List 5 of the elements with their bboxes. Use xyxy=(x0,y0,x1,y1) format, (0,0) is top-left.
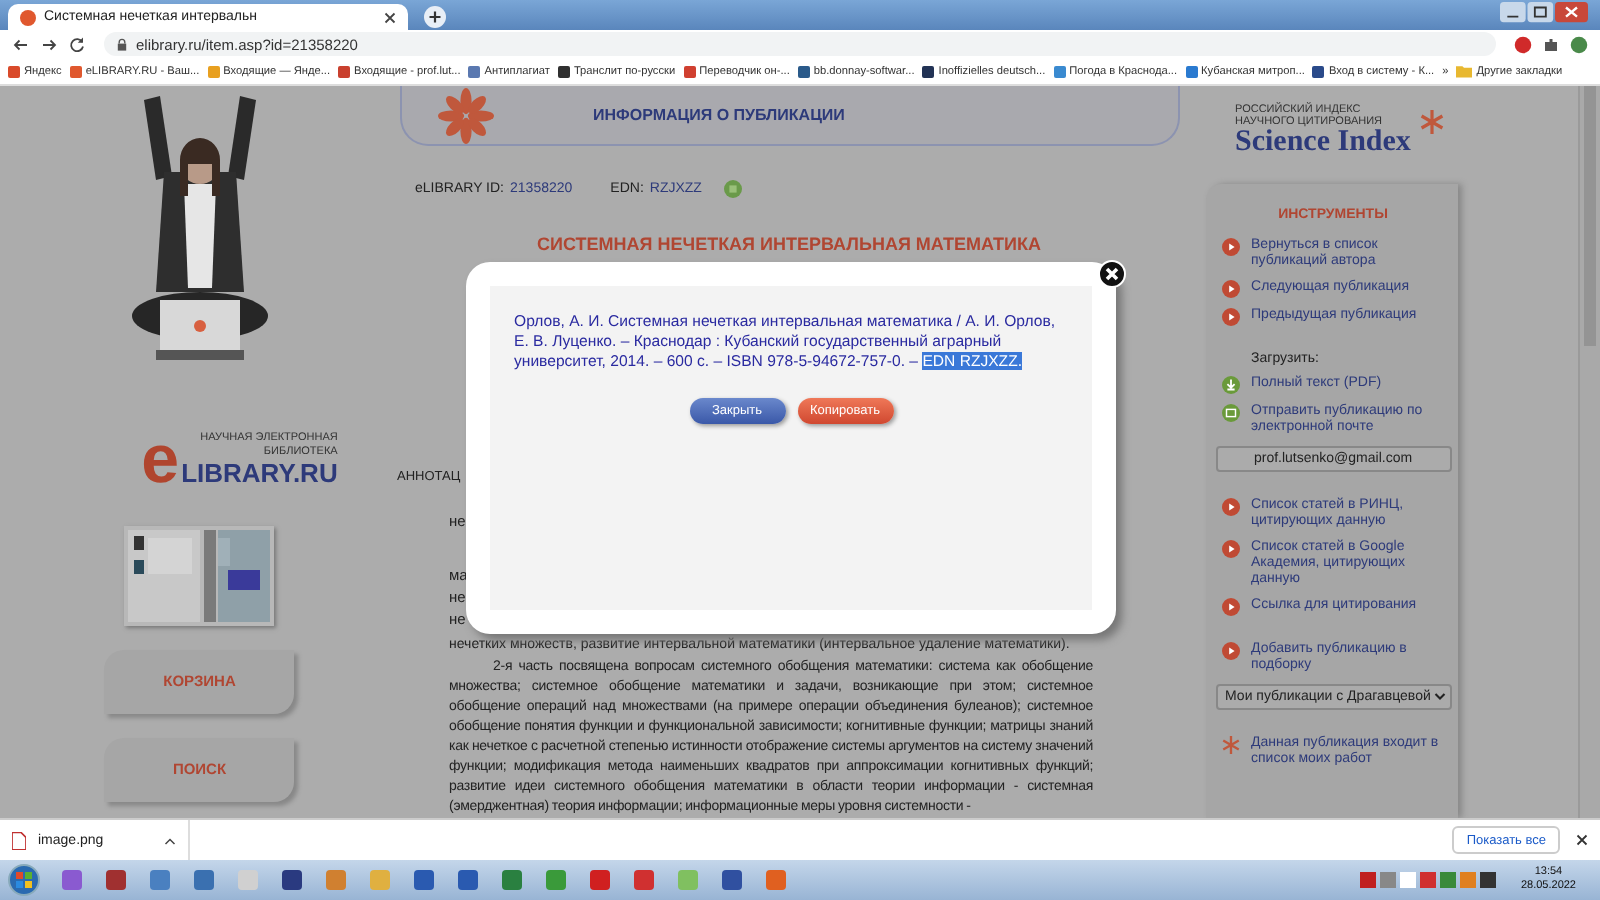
logo-name: LIBRARY.RU xyxy=(181,459,338,486)
page-heading: ИНФОРМАЦИЯ О ПУБЛИКАЦИИ xyxy=(593,106,845,125)
publication-title: СИСТЕМНАЯ НЕЧЕТКАЯ ИНТЕРВАЛЬНАЯ МАТЕМАТИКА xyxy=(537,234,1041,255)
logo-mark: e xyxy=(141,433,180,486)
logo-name: Science Index xyxy=(1235,127,1411,158)
